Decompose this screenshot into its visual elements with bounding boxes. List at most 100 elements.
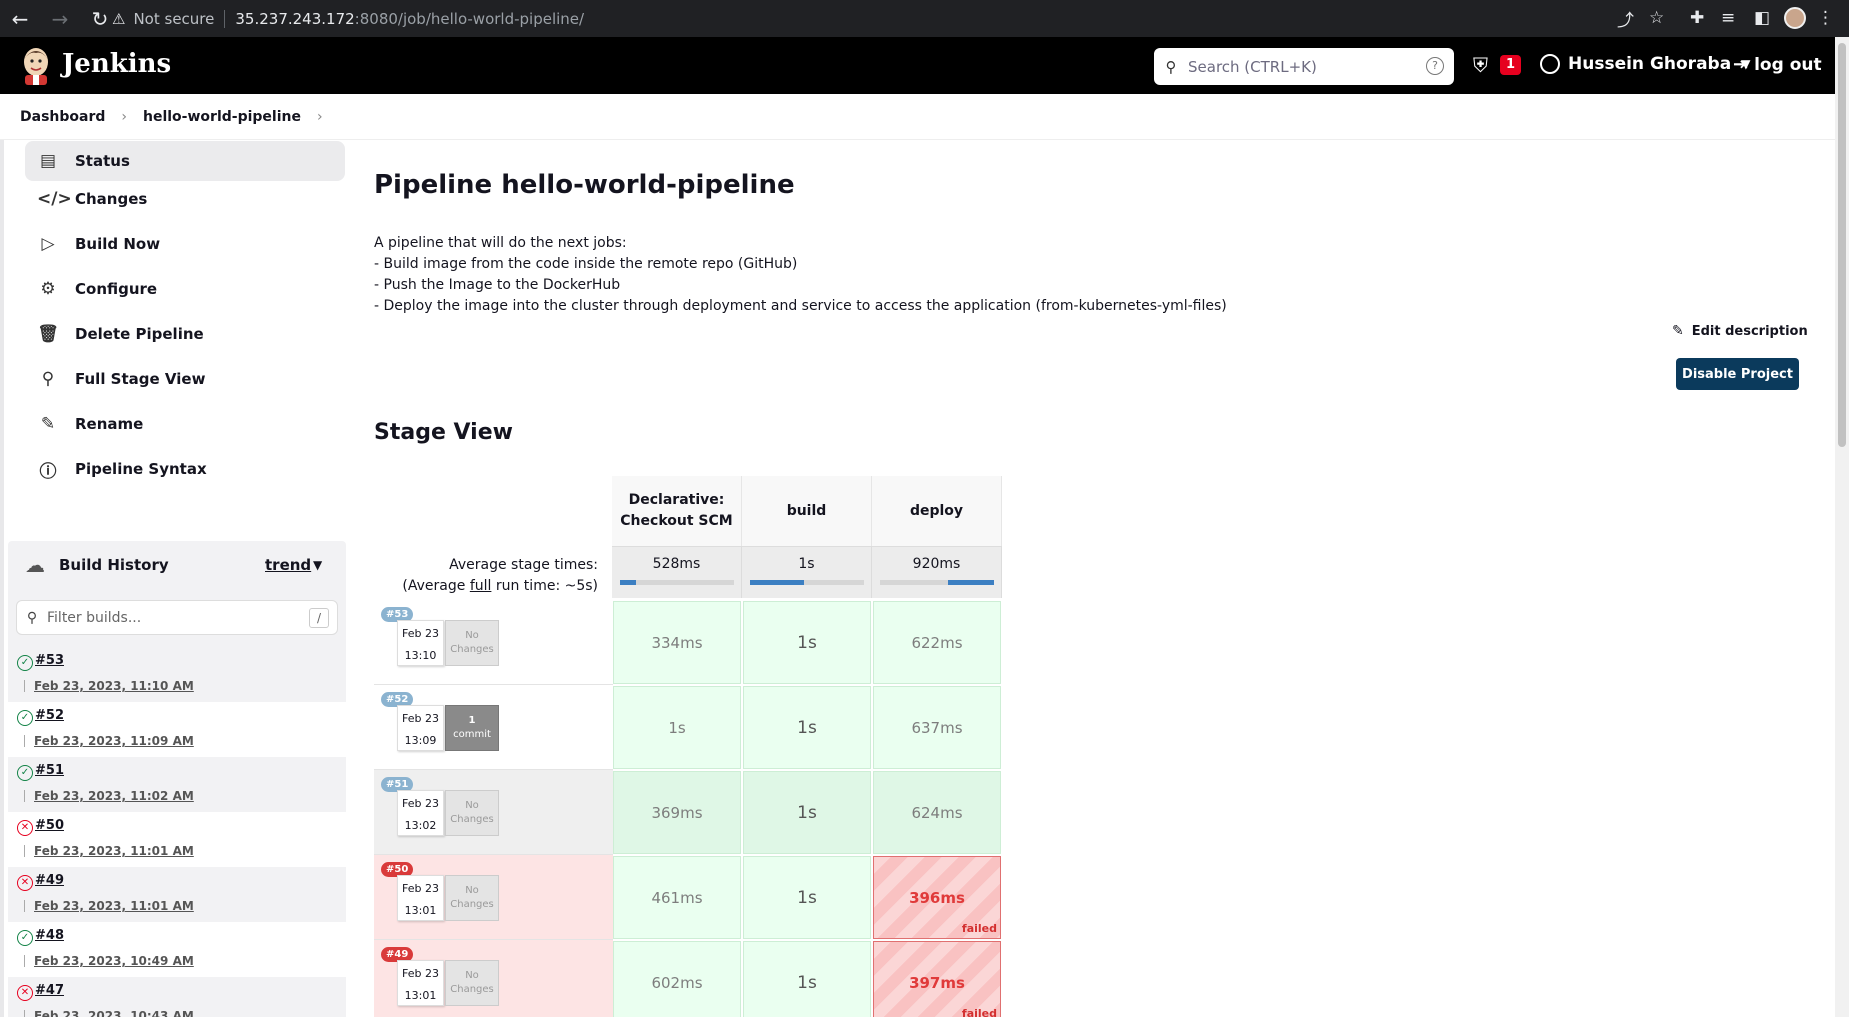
sidebar-item-full-stage-view[interactable]: ⚲ Full Stage View bbox=[25, 359, 345, 399]
build-history-item[interactable]: ✓ #52 Feb 23, 2023, 11:09 AM bbox=[8, 702, 346, 757]
build-number-link[interactable]: #47 bbox=[35, 983, 64, 998]
build-date-link[interactable]: Feb 23, 2023, 11:02 AM bbox=[34, 789, 194, 803]
build-date-card[interactable]: Feb 23 13:01 bbox=[397, 875, 444, 921]
stage-header-build[interactable]: build bbox=[742, 476, 872, 546]
build-history-item[interactable]: ✓ #53 Feb 23, 2023, 11:10 AM bbox=[8, 647, 346, 702]
trend-link[interactable]: trend bbox=[265, 556, 311, 574]
stage-cell-declarative-checkout-scm[interactable]: 369ms bbox=[613, 771, 741, 854]
stage-cell-build[interactable]: 1s bbox=[743, 686, 871, 769]
changes-box[interactable]: No Changes bbox=[445, 960, 499, 1006]
back-icon[interactable]: ← bbox=[0, 7, 40, 31]
changes-box[interactable]: No Changes bbox=[445, 620, 499, 666]
address-bar[interactable]: ⚠ Not secure 35.237.243.172:8080/job/hel… bbox=[112, 4, 1652, 33]
breadcrumb: Dashboard › hello-world-pipeline › bbox=[0, 94, 1835, 140]
stage-cell-deploy[interactable]: 397ms failed bbox=[873, 941, 1001, 1017]
build-date-link[interactable]: Feb 23, 2023, 11:10 AM bbox=[34, 679, 194, 693]
search-help-icon[interactable]: ? bbox=[1426, 57, 1444, 75]
cloud-icon: ☁ bbox=[25, 553, 45, 577]
build-history-item[interactable]: ✓ #48 Feb 23, 2023, 10:49 AM bbox=[8, 922, 346, 977]
page-scrollbar[interactable] bbox=[1835, 37, 1849, 1017]
stage-cell-deploy[interactable]: 622ms bbox=[873, 601, 1001, 684]
chevron-down-icon[interactable]: ▼ bbox=[313, 558, 322, 572]
extensions-icon[interactable]: ✚ bbox=[1690, 6, 1704, 30]
build-history-item[interactable]: ✓ #51 Feb 23, 2023, 11:02 AM bbox=[8, 757, 346, 812]
browser-toolbar: ← → ↻ ⚠ Not secure 35.237.243.172:8080/j… bbox=[0, 0, 1849, 37]
stage-duration: 1s bbox=[797, 972, 817, 993]
build-number-link[interactable]: #51 bbox=[35, 763, 64, 778]
stage-average-build: 1s bbox=[742, 546, 872, 598]
stage-cell-declarative-checkout-scm[interactable]: 461ms bbox=[613, 856, 741, 939]
user-menu[interactable]: Hussein Ghoraba ▼ bbox=[1540, 54, 1750, 74]
search-bar[interactable]: ⚲ ? bbox=[1154, 48, 1454, 85]
stage-cell-declarative-checkout-scm[interactable]: 602ms bbox=[613, 941, 741, 1017]
sidebar-item-changes[interactable]: </> Changes bbox=[25, 179, 345, 219]
edit-description-link[interactable]: ✎ Edit description bbox=[1672, 323, 1808, 339]
sidebar-item-status[interactable]: ▤ Status bbox=[25, 141, 345, 181]
stage-cell-build[interactable]: 1s bbox=[743, 941, 871, 1017]
breadcrumb-job[interactable]: hello-world-pipeline bbox=[143, 109, 301, 125]
build-history-item[interactable]: ✕ #47 Feb 23, 2023, 10:43 AM bbox=[8, 977, 346, 1017]
sidebar-item-build-now[interactable]: ▷ Build Now bbox=[25, 224, 345, 264]
reading-list-icon[interactable]: ≡ bbox=[1721, 6, 1735, 30]
disable-project-button[interactable]: Disable Project bbox=[1676, 358, 1799, 390]
stage-cell-deploy[interactable]: 624ms bbox=[873, 771, 1001, 854]
sidebar-item-rename[interactable]: ✎ Rename bbox=[25, 404, 345, 444]
stage-cell-build[interactable]: 1s bbox=[743, 856, 871, 939]
stage-cell-declarative-checkout-scm[interactable]: 334ms bbox=[613, 601, 741, 684]
scrollbar-thumb[interactable] bbox=[1838, 43, 1846, 447]
stage-cell-declarative-checkout-scm[interactable]: 1s bbox=[613, 686, 741, 769]
filter-builds-input[interactable] bbox=[47, 609, 297, 626]
build-history-item[interactable]: ✕ #49 Feb 23, 2023, 11:01 AM bbox=[8, 867, 346, 922]
build-date-card[interactable]: Feb 23 13:02 bbox=[397, 790, 444, 836]
build-number-link[interactable]: #50 bbox=[35, 818, 64, 833]
build-date-link[interactable]: Feb 23, 2023, 11:01 AM bbox=[34, 844, 194, 858]
build-date-card[interactable]: Feb 23 13:10 bbox=[397, 620, 444, 666]
search-input[interactable] bbox=[1188, 57, 1408, 76]
browser-menu-icon[interactable]: ⋮ bbox=[1817, 6, 1834, 30]
changes-box[interactable]: No Changes bbox=[445, 790, 499, 836]
changes-box[interactable]: No Changes bbox=[445, 875, 499, 921]
logout-icon: ⇥ bbox=[1733, 54, 1749, 75]
stage-header-checkout[interactable]: Declarative: Checkout SCM bbox=[612, 476, 742, 546]
build-date-link[interactable]: Feb 23, 2023, 11:01 AM bbox=[34, 899, 194, 913]
changes-line: No bbox=[465, 630, 479, 641]
security-alert-badge[interactable]: 1 bbox=[1500, 55, 1521, 75]
build-date-card[interactable]: Feb 23 13:09 bbox=[397, 705, 444, 751]
stage-header-deploy[interactable]: deploy bbox=[872, 476, 1002, 546]
stage-cell-build[interactable]: 1s bbox=[743, 601, 871, 684]
app-title[interactable]: Jenkins bbox=[62, 49, 171, 79]
build-history-item[interactable]: ✕ #50 Feb 23, 2023, 11:01 AM bbox=[8, 812, 346, 867]
build-date-card[interactable]: Feb 23 13:01 bbox=[397, 960, 444, 1006]
breadcrumb-chevron-icon[interactable]: › bbox=[317, 109, 323, 125]
stage-cell-deploy[interactable]: 396ms failed bbox=[873, 856, 1001, 939]
sidebar-item-configure[interactable]: ⚙ Configure bbox=[25, 269, 345, 309]
forward-icon[interactable]: → bbox=[40, 7, 80, 31]
changes-box[interactable]: 1 commit bbox=[445, 705, 499, 751]
logout-link[interactable]: ⇥ log out bbox=[1733, 54, 1822, 75]
build-number-link[interactable]: #53 bbox=[35, 653, 64, 668]
stage-name: deploy bbox=[909, 502, 964, 519]
jenkins-logo-icon[interactable] bbox=[20, 45, 52, 85]
stage-cell-deploy[interactable]: 637ms bbox=[873, 686, 1001, 769]
user-icon bbox=[1540, 54, 1560, 74]
share-icon[interactable]: ⤴ bbox=[1617, 6, 1634, 31]
bookmark-star-icon[interactable]: ☆ bbox=[1649, 6, 1664, 30]
avg-full-link[interactable]: full bbox=[470, 578, 492, 594]
stage-cell-build[interactable]: 1s bbox=[743, 771, 871, 854]
build-date-link[interactable]: Feb 23, 2023, 10:43 AM bbox=[34, 1009, 194, 1017]
sidebar-item-pipeline-syntax[interactable]: ⓘ Pipeline Syntax bbox=[25, 449, 345, 489]
security-shield-icon[interactable]: ⛨ bbox=[1473, 53, 1488, 77]
profile-avatar[interactable] bbox=[1784, 6, 1806, 30]
filter-builds-box[interactable]: ⚲ / bbox=[16, 600, 338, 635]
build-number-link[interactable]: #52 bbox=[35, 708, 64, 723]
build-number-link[interactable]: #48 bbox=[35, 928, 64, 943]
success-status-icon: ✓ bbox=[17, 765, 33, 781]
build-divider bbox=[24, 680, 25, 692]
breadcrumb-dashboard[interactable]: Dashboard bbox=[20, 109, 105, 125]
sidebar-item-delete-pipeline[interactable]: 🗑 Delete Pipeline bbox=[25, 314, 345, 354]
filter-builds-panel: ⚲ / bbox=[8, 589, 346, 647]
build-date-link[interactable]: Feb 23, 2023, 10:49 AM bbox=[34, 954, 194, 968]
build-number-link[interactable]: #49 bbox=[35, 873, 64, 888]
build-date-link[interactable]: Feb 23, 2023, 11:09 AM bbox=[34, 734, 194, 748]
side-panel-icon[interactable]: ◧ bbox=[1754, 6, 1770, 30]
